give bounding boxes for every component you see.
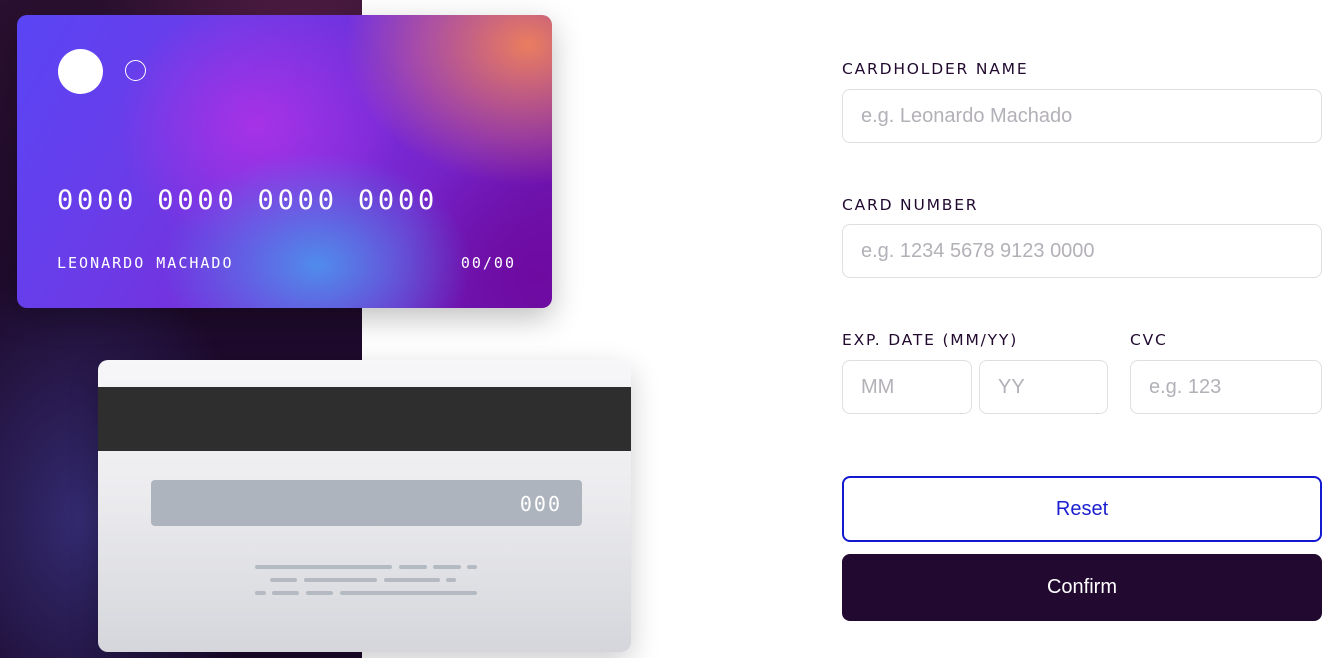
card-number-input[interactable] [842,224,1322,278]
card-expiry-display: 00/00 [460,254,516,272]
card-back: 000 [98,360,631,652]
exp-month-input[interactable] [842,360,972,414]
card-back-line [270,578,297,582]
card-logo-circle-outline [125,60,146,81]
card-front: 0000 0000 0000 0000 LEONARDO MACHADO 00/… [17,15,552,308]
cvc-label: CVC [1130,331,1168,349]
card-back-lines-row [270,578,456,582]
cardholder-name-label: CARDHOLDER NAME [842,60,1029,78]
card-back-line [272,591,299,595]
card-back-line [255,565,392,569]
card-logo-circle-filled [58,49,103,94]
card-back-line [255,591,266,595]
confirm-button[interactable]: Confirm [842,554,1322,621]
card-back-line [399,565,427,569]
cvc-input[interactable] [1130,360,1322,414]
card-back-line [304,578,377,582]
card-details-page: 0000 0000 0000 0000 LEONARDO MACHADO 00/… [0,0,1341,658]
magnetic-stripe [98,387,631,451]
signature-strip: 000 [151,480,582,526]
card-back-lines-row [255,591,477,595]
cardholder-name-input[interactable] [842,89,1322,143]
card-back-line [467,565,477,569]
exp-year-input[interactable] [979,360,1108,414]
card-number-display: 0000 0000 0000 0000 [57,185,439,216]
cardholder-name-display: LEONARDO MACHADO [57,254,234,272]
card-back-line [340,591,477,595]
card-back-lines-row [255,565,477,569]
card-back-line [384,578,440,582]
card-number-label: CARD NUMBER [842,196,979,214]
cvc-display: 000 [519,492,562,516]
exp-date-label: EXP. DATE (MM/YY) [842,331,1019,349]
card-back-line [446,578,456,582]
reset-button[interactable]: Reset [842,476,1322,542]
card-back-line [306,591,333,595]
card-back-line [433,565,461,569]
